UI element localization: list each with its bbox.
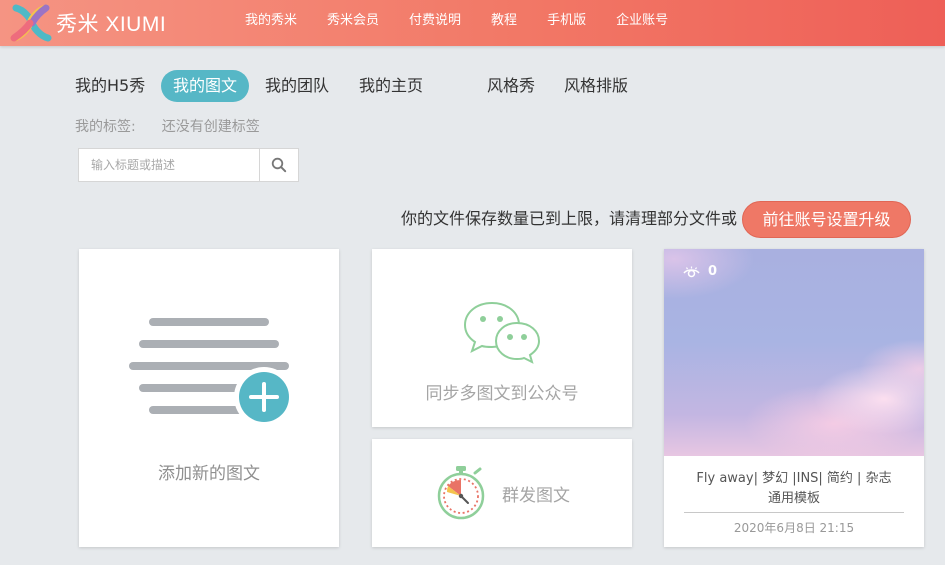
brand-name: 秀米 XIUMI <box>56 13 167 36</box>
search-box <box>78 148 299 182</box>
tab-my-team[interactable]: 我的团队 <box>265 70 329 102</box>
add-article-card[interactable]: 添加新的图文 <box>79 249 339 547</box>
upgrade-account-button[interactable]: 前往账号设置升级 <box>742 201 911 238</box>
template-card[interactable]: 0 Fly away| 梦幻 |INS| 简约 | 杂志通用模板 2020年6月… <box>664 249 924 547</box>
storage-limit-notice: 你的文件保存数量已到上限，请清理部分文件或 <box>400 209 737 228</box>
tags-empty-text: 还没有创建标签 <box>161 119 260 135</box>
tags-row: 我的标签: 还没有创建标签 <box>75 116 260 136</box>
tab-my-homepage[interactable]: 我的主页 <box>359 70 423 102</box>
top-bar: 秀米 XIUMI 我的秀米 秀米会员 付费说明 教程 手机版 企业账号 <box>0 0 945 46</box>
template-date: 2020年6月8日 21:15 <box>733 521 855 535</box>
search-input[interactable] <box>79 149 259 181</box>
tags-label: 我的标签: <box>75 119 136 135</box>
xiumi-logo-icon <box>10 4 52 42</box>
logo[interactable]: 秀米 XIUMI <box>10 4 166 42</box>
template-cover-image: 0 <box>664 249 924 456</box>
divider <box>684 512 904 513</box>
wechat-icon <box>464 301 541 364</box>
top-nav: 我的秀米 秀米会员 付费说明 教程 手机版 企业账号 <box>230 0 683 42</box>
tab-my-h5[interactable]: 我的H5秀 <box>75 70 145 102</box>
view-count: 0 <box>683 264 717 279</box>
search-button[interactable] <box>259 149 298 181</box>
view-count-value: 0 <box>708 264 718 279</box>
topnav-tutorials[interactable]: 教程 <box>476 0 532 42</box>
topnav-enterprise[interactable]: 企业账号 <box>601 0 683 42</box>
sync-wechat-label: 同步多图文到公众号 <box>425 384 579 404</box>
template-title: Fly away| 梦幻 |INS| 简约 | 杂志通用模板 <box>696 471 892 506</box>
topnav-membership[interactable]: 秀米会员 <box>312 0 394 42</box>
topnav-pricing[interactable]: 付费说明 <box>394 0 476 42</box>
add-article-label: 添加新的图文 <box>158 464 260 484</box>
tab-style-show[interactable]: 风格秀 <box>487 70 535 102</box>
topnav-my-xiumi[interactable]: 我的秀米 <box>230 0 312 42</box>
tab-style-layout[interactable]: 风格排版 <box>564 70 628 102</box>
topnav-mobile[interactable]: 手机版 <box>532 0 601 42</box>
mass-send-card[interactable]: 群发图文 <box>372 439 632 547</box>
mass-send-label: 群发图文 <box>502 486 570 506</box>
eye-icon <box>683 266 700 277</box>
tab-my-articles[interactable]: 我的图文 <box>161 70 250 102</box>
sync-wechat-card[interactable]: 同步多图文到公众号 <box>372 249 632 427</box>
search-icon <box>271 157 287 173</box>
timer-icon <box>437 466 485 520</box>
document-add-icon <box>129 318 294 427</box>
